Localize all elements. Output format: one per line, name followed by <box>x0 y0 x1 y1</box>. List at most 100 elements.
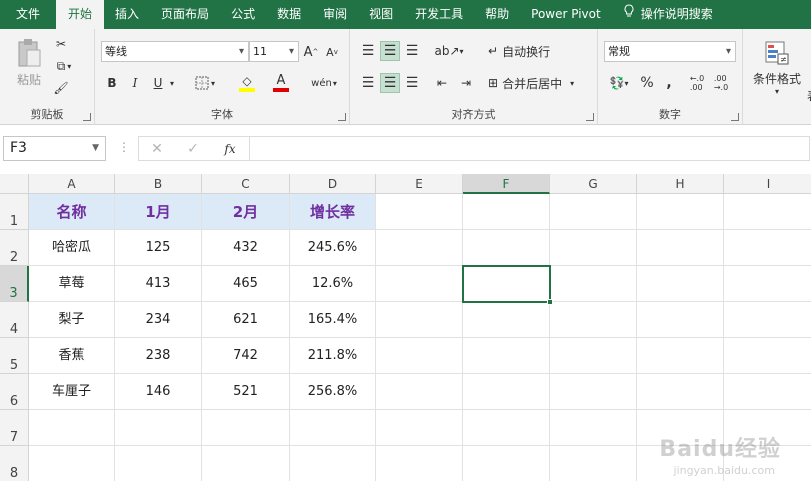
tab-data[interactable]: 数据 <box>266 0 312 29</box>
clipboard-launcher-icon[interactable] <box>83 113 91 121</box>
column-header-g[interactable]: G <box>550 174 637 194</box>
cell-c8[interactable] <box>202 446 290 481</box>
cell-c3[interactable]: 465 <box>202 266 290 302</box>
cell-e4[interactable] <box>376 302 463 338</box>
cell-f8[interactable] <box>463 446 550 481</box>
column-header-b[interactable]: B <box>115 174 202 194</box>
cell-f1[interactable] <box>463 194 550 230</box>
cell-e6[interactable] <box>376 374 463 410</box>
tab-power-pivot[interactable]: Power Pivot <box>520 0 612 29</box>
row-header-1[interactable]: 1 <box>0 194 29 230</box>
column-header-c[interactable]: C <box>202 174 290 194</box>
row-header-8[interactable]: 8 <box>0 446 29 481</box>
name-box[interactable]: F3 ▼ <box>3 136 106 161</box>
bold-button[interactable]: B <box>103 73 121 93</box>
cell-a6[interactable]: 车厘子 <box>29 374 115 410</box>
cell-a5[interactable]: 香蕉 <box>29 338 115 374</box>
cell-b5[interactable]: 238 <box>115 338 202 374</box>
cell-d7[interactable] <box>290 410 376 446</box>
tab-page-layout[interactable]: 页面布局 <box>150 0 220 29</box>
cell-h4[interactable] <box>637 302 724 338</box>
cell-i3[interactable] <box>724 266 811 302</box>
cell-h6[interactable] <box>637 374 724 410</box>
cell-d5[interactable]: 211.8% <box>290 338 376 374</box>
column-header-i[interactable]: I <box>724 174 811 194</box>
column-header-a[interactable]: A <box>29 174 115 194</box>
cell-f7[interactable] <box>463 410 550 446</box>
cell-g4[interactable] <box>550 302 637 338</box>
tab-review[interactable]: 审阅 <box>312 0 358 29</box>
cell-g2[interactable] <box>550 230 637 266</box>
underline-dropdown-icon[interactable]: ▾ <box>167 75 177 91</box>
cell-c2[interactable]: 432 <box>202 230 290 266</box>
cell-e7[interactable] <box>376 410 463 446</box>
tab-formulas[interactable]: 公式 <box>220 0 266 29</box>
cell-e1[interactable] <box>376 194 463 230</box>
tab-view[interactable]: 视图 <box>358 0 404 29</box>
cell-f2[interactable] <box>463 230 550 266</box>
cell-a1[interactable]: 名称 <box>29 194 115 230</box>
border-icon[interactable]: ▾ <box>191 73 219 93</box>
cell-c1[interactable]: 2月 <box>202 194 290 230</box>
tab-help[interactable]: 帮助 <box>474 0 520 29</box>
cell-a3[interactable]: 草莓 <box>29 266 115 302</box>
cell-g3[interactable] <box>550 266 637 302</box>
column-header-d[interactable]: D <box>290 174 376 194</box>
format-painter-icon[interactable]: 🖌 <box>52 79 70 97</box>
cell-i6[interactable] <box>724 374 811 410</box>
cell-a2[interactable]: 哈密瓜 <box>29 230 115 266</box>
cell-a4[interactable]: 梨子 <box>29 302 115 338</box>
alignment-launcher-icon[interactable] <box>586 113 594 121</box>
cell-b4[interactable]: 234 <box>115 302 202 338</box>
tab-insert[interactable]: 插入 <box>104 0 150 29</box>
cell-e8[interactable] <box>376 446 463 481</box>
row-header-2[interactable]: 2 <box>0 230 29 266</box>
cell-b7[interactable] <box>115 410 202 446</box>
cell-e2[interactable] <box>376 230 463 266</box>
merge-center-button[interactable]: ⊞ 合并后居中 ▾ <box>488 73 586 93</box>
conditional-format-button[interactable]: ≠ 条件格式 ▾ <box>747 37 807 99</box>
decrease-decimal-icon[interactable]: .00 →.0 <box>710 73 732 93</box>
row-header-4[interactable]: 4 <box>0 302 29 338</box>
cell-b8[interactable] <box>115 446 202 481</box>
align-bottom-icon[interactable]: ☰ <box>402 41 422 61</box>
insert-function-button[interactable]: fx <box>219 139 241 159</box>
fill-handle[interactable] <box>547 299 553 305</box>
decrease-indent-icon[interactable]: ⇤ <box>432 73 452 93</box>
tell-me-search[interactable]: 操作说明搜索 <box>612 0 724 29</box>
cell-g8[interactable] <box>550 446 637 481</box>
fill-color-icon[interactable]: ◇ <box>233 72 261 94</box>
align-center-icon[interactable]: ☰ <box>380 73 400 93</box>
cancel-icon[interactable]: ✕ <box>147 139 167 159</box>
align-middle-icon[interactable]: ☰ <box>380 41 400 61</box>
align-top-icon[interactable]: ☰ <box>358 41 378 61</box>
tab-home[interactable]: 开始 <box>56 0 105 29</box>
cell-b6[interactable]: 146 <box>115 374 202 410</box>
orientation-icon[interactable]: ab↗ ▾ <box>434 41 464 61</box>
tab-developer[interactable]: 开发工具 <box>404 0 474 29</box>
cell-f4[interactable] <box>463 302 550 338</box>
cell-i1[interactable] <box>724 194 811 230</box>
cell-c6[interactable]: 521 <box>202 374 290 410</box>
column-header-h[interactable]: H <box>637 174 724 194</box>
comma-button[interactable]: , <box>660 73 678 93</box>
row-header-3[interactable]: 3 <box>0 266 29 302</box>
cell-c5[interactable]: 742 <box>202 338 290 374</box>
italic-button[interactable]: I <box>126 73 144 93</box>
shrink-font-button[interactable]: Av <box>323 42 341 62</box>
cell-g6[interactable] <box>550 374 637 410</box>
cell-h2[interactable] <box>637 230 724 266</box>
cell-d2[interactable]: 245.6% <box>290 230 376 266</box>
column-header-e[interactable]: E <box>376 174 463 194</box>
align-left-icon[interactable]: ☰ <box>358 73 378 93</box>
cell-d3[interactable]: 12.6% <box>290 266 376 302</box>
align-right-icon[interactable]: ☰ <box>402 73 422 93</box>
currency-icon[interactable]: 💱 ▾ <box>604 73 634 93</box>
cell-g1[interactable] <box>550 194 637 230</box>
cell-c7[interactable] <box>202 410 290 446</box>
cut-icon[interactable]: ✂ <box>52 35 70 53</box>
cell-b2[interactable]: 125 <box>115 230 202 266</box>
cell-h1[interactable] <box>637 194 724 230</box>
cell-d1[interactable]: 增长率 <box>290 194 376 230</box>
font-color-icon[interactable]: A <box>267 72 295 94</box>
